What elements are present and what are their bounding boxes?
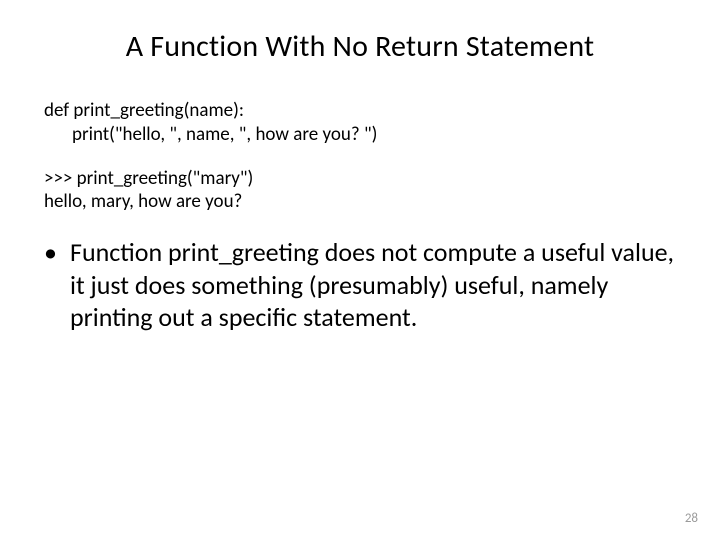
code-line-def: def print_greeting(name): bbox=[44, 99, 676, 123]
function-definition-block: def print_greeting(name): print("hello, … bbox=[44, 99, 676, 147]
slide: A Function With No Return Statement def … bbox=[0, 0, 720, 540]
slide-title: A Function With No Return Statement bbox=[44, 28, 676, 65]
repl-block: >>> print_greeting("mary") hello, mary, … bbox=[44, 167, 676, 215]
repl-output: hello, mary, how are you? bbox=[44, 190, 676, 214]
repl-input: >>> print_greeting("mary") bbox=[44, 167, 676, 191]
bullet-text: Function print_greeting does not compute… bbox=[70, 236, 676, 334]
page-number: 28 bbox=[685, 511, 698, 526]
bullet-item: • Function print_greeting does not compu… bbox=[44, 236, 676, 334]
bullet-marker: • bbox=[44, 236, 70, 334]
code-line-body: print("hello, ", name, ", how are you? "… bbox=[44, 123, 676, 147]
